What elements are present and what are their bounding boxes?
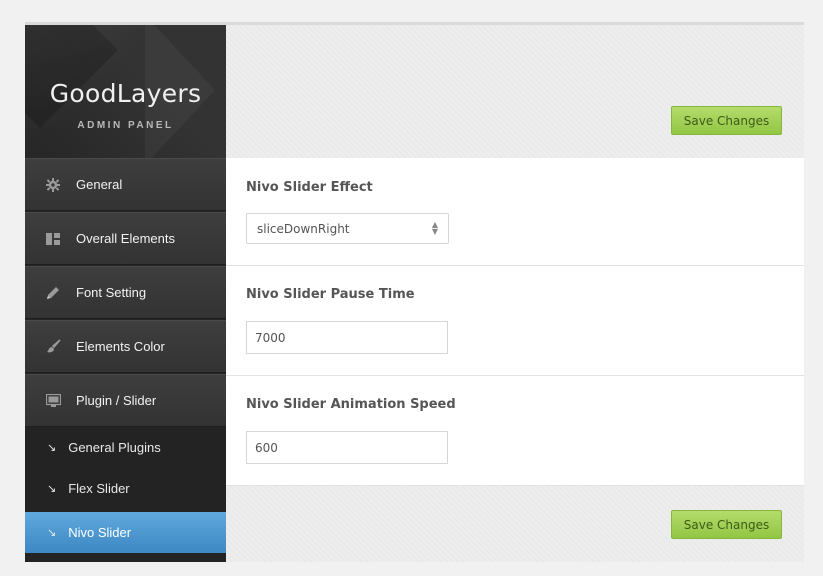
admin-frame: GoodLayers ADMIN PANEL General Overall E… xyxy=(25,22,804,562)
input-value: 7000 xyxy=(255,330,286,345)
sidebar-item-overall-elements[interactable]: Overall Elements xyxy=(25,212,226,265)
sidebar-item-label: Font Setting xyxy=(76,285,147,300)
select-value: sliceDownRight xyxy=(257,221,350,236)
field-nivo-speed: Nivo Slider Animation Speed 600 xyxy=(226,376,804,486)
sidebar-item-general[interactable]: General xyxy=(25,158,226,211)
submenu-item-label: General Plugins xyxy=(68,440,161,455)
sidebar-item-label: Plugin / Slider xyxy=(76,393,157,408)
brand-title: GoodLayers xyxy=(49,79,202,108)
gear-icon xyxy=(44,176,62,194)
brush-icon xyxy=(44,338,62,356)
monitor-icon xyxy=(44,392,62,410)
save-button-bottom[interactable]: Save Changes xyxy=(671,510,782,539)
select-arrows-icon: ▲ ▼ xyxy=(431,220,438,236)
sidebar-item-plugin-slider[interactable]: Plugin / Slider xyxy=(25,374,226,427)
effect-select[interactable]: sliceDownRight ▲ ▼ xyxy=(246,213,449,244)
save-button-top[interactable]: Save Changes xyxy=(671,106,782,135)
sidebar-item-label: General xyxy=(76,177,123,192)
submenu-item-nivo-slider[interactable]: ↘ Nivo Slider xyxy=(25,512,226,553)
pause-time-input[interactable]: 7000 xyxy=(246,321,448,354)
sidebar-item-label: Overall Elements xyxy=(76,231,175,246)
submenu-item-flex-slider[interactable]: ↘ Flex Slider xyxy=(25,468,226,509)
logo-decoration xyxy=(25,25,118,128)
sidebar-item-font-setting[interactable]: Font Setting xyxy=(25,266,226,319)
sidebar: GoodLayers ADMIN PANEL General Overall E… xyxy=(25,25,226,562)
plugin-submenu: ↘ General Plugins ↘ Flex Slider ↘ Nivo S… xyxy=(25,427,226,562)
sidebar-item-label: Elements Color xyxy=(76,339,165,354)
field-label: Nivo Slider Pause Time xyxy=(246,287,415,302)
field-nivo-effect: Nivo Slider Effect sliceDownRight ▲ ▼ xyxy=(226,158,804,266)
arrow-down-right-icon: ↘ xyxy=(47,441,57,454)
animation-speed-input[interactable]: 600 xyxy=(246,431,448,464)
sidebar-item-elements-color[interactable]: Elements Color xyxy=(25,320,226,373)
layout-icon xyxy=(44,230,62,248)
main-content: Save Changes Nivo Slider Effect sliceDow… xyxy=(226,25,804,562)
field-nivo-pause: Nivo Slider Pause Time 7000 xyxy=(226,266,804,376)
brand-subtitle: ADMIN PANEL xyxy=(77,120,174,131)
arrow-down-right-icon: ↘ xyxy=(47,526,57,539)
field-label: Nivo Slider Animation Speed xyxy=(246,397,456,412)
pencil-icon xyxy=(44,284,62,302)
submenu-item-label: Nivo Slider xyxy=(68,525,132,540)
submenu-item-label: Flex Slider xyxy=(68,481,130,496)
settings-panel: Nivo Slider Effect sliceDownRight ▲ ▼ Niv… xyxy=(226,158,804,486)
input-value: 600 xyxy=(255,440,278,455)
submenu-item-general-plugins[interactable]: ↘ General Plugins xyxy=(25,427,226,468)
field-label: Nivo Slider Effect xyxy=(246,180,373,195)
logo-area: GoodLayers ADMIN PANEL xyxy=(25,25,226,158)
arrow-down-right-icon: ↘ xyxy=(47,482,57,495)
